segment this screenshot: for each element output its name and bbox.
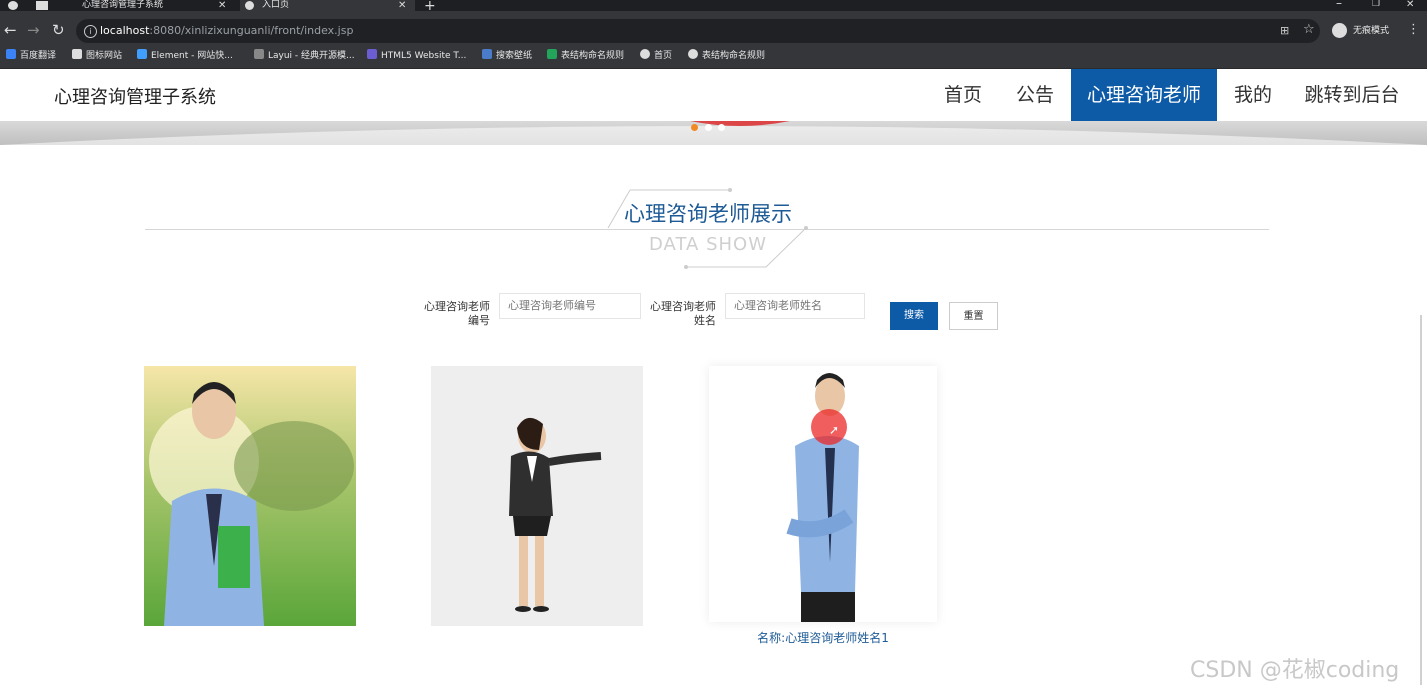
minimize-icon[interactable]: – (1336, 0, 1342, 10)
globe-icon (688, 49, 698, 59)
nav-home[interactable]: 首页 (928, 69, 998, 121)
profile-label[interactable]: 无痕模式 (1353, 24, 1389, 38)
restore-icon[interactable]: ❐ (1372, 0, 1380, 9)
translate-icon (6, 49, 16, 59)
layui-icon (254, 49, 264, 59)
carousel-dot-active[interactable] (691, 124, 698, 131)
nav-backend[interactable]: 跳转到后台 (1290, 69, 1414, 121)
browser-globe-icon (8, 1, 18, 10)
teacher-card[interactable] (144, 366, 356, 626)
teacher-card[interactable] (709, 366, 937, 622)
bookmark-item[interactable]: 首页 (640, 49, 672, 63)
cursor-icon: ➚ (829, 423, 840, 437)
tab-close-icon[interactable]: ✕ (398, 0, 406, 11)
teacher-photo (709, 366, 937, 622)
forward-icon[interactable]: → (27, 21, 40, 39)
watermark: CSDN @花椒coding (1190, 658, 1400, 683)
bookmark-item[interactable]: 表结构命名规则 (688, 49, 765, 63)
reset-button[interactable]: 重置 (949, 302, 998, 330)
tab-title: 心理咨询管理子系统 (82, 0, 164, 10)
bookmark-item[interactable]: 图标网站 (72, 49, 122, 63)
section-subtitle: DATA SHOW (648, 234, 768, 255)
nav-mine[interactable]: 我的 (1218, 69, 1288, 121)
carousel-dot[interactable] (718, 124, 725, 131)
teacher-name-label: 心理咨询老师姓名 (650, 300, 716, 327)
doc-icon (547, 49, 557, 59)
teacher-photo (431, 366, 643, 626)
info-icon[interactable]: i (84, 25, 97, 38)
teacher-caption: 名称:心理咨询老师姓名1 (757, 631, 889, 645)
site-brand[interactable]: 心理咨询管理子系统 (54, 83, 216, 109)
bookmark-item[interactable]: 搜索壁纸 (482, 49, 532, 63)
translate-icon[interactable]: ⊞ (1280, 24, 1289, 37)
bookmark-item[interactable]: HTML5 Website T... (367, 49, 466, 63)
html5-icon (367, 49, 377, 59)
window-close-icon[interactable]: ✕ (1406, 0, 1414, 10)
teacher-id-input[interactable] (499, 293, 641, 319)
search-button[interactable]: 搜索 (890, 302, 938, 330)
flag-icon (72, 49, 82, 59)
element-icon (137, 49, 147, 59)
teacher-card[interactable] (431, 366, 643, 626)
teacher-photo (144, 366, 356, 626)
tab-xinli[interactable]: 心理咨询管理子系统 (60, 0, 240, 11)
nav-notice[interactable]: 公告 (1000, 69, 1070, 121)
globe-icon (640, 49, 650, 59)
reload-icon[interactable]: ↻ (52, 21, 65, 39)
section-title: 心理咨询老师展示 (624, 202, 792, 226)
banner-arc (0, 121, 1427, 145)
url-host: localhost (100, 24, 150, 37)
window-icon (36, 1, 48, 10)
back-icon[interactable]: ← (4, 21, 17, 39)
star-icon[interactable]: ☆ (1303, 22, 1315, 37)
url-path: :8080/xinlizixunguanli/front/index.jsp (149, 24, 354, 37)
url-text: localhost:8080/xinlizixunguanli/front/in… (100, 24, 353, 38)
tab-title: 入口页 (262, 0, 290, 10)
teacher-id-label: 心理咨询老师编号 (424, 300, 490, 327)
bookmark-item[interactable]: 百度翻译 (6, 49, 56, 63)
tab-entry[interactable]: 入口页 (240, 0, 415, 11)
tab-close-icon[interactable]: ✕ (218, 0, 226, 11)
teacher-name-input[interactable] (725, 293, 865, 319)
bookmark-item[interactable]: Element - 网站快... (137, 49, 233, 63)
bookmark-item[interactable]: Layui - 经典开源模... (254, 49, 355, 63)
nav-teacher[interactable]: 心理咨询老师 (1071, 69, 1217, 121)
wallpaper-icon (482, 49, 492, 59)
menu-icon[interactable]: ⋮ (1407, 22, 1420, 37)
incognito-icon (1332, 23, 1347, 38)
globe-icon (245, 1, 254, 10)
page-scrollbar[interactable] (1420, 315, 1422, 685)
bookmark-item[interactable]: 表结构命名规则 (547, 49, 624, 63)
carousel-dot[interactable] (705, 124, 712, 131)
